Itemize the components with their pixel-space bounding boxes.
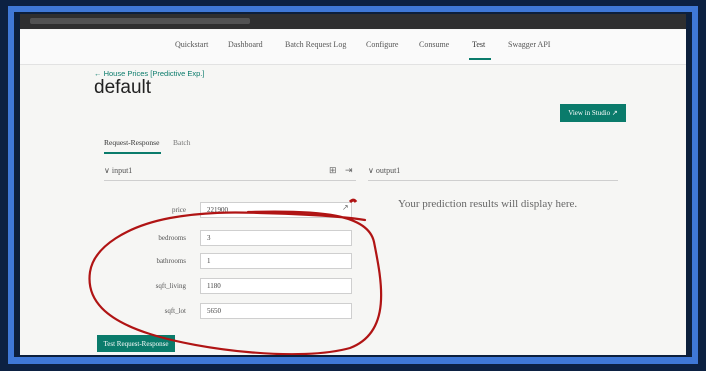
browser-screen: Quickstart Dashboard Batch Request Log C…: [20, 14, 686, 355]
annotation-circle: [88, 198, 383, 355]
